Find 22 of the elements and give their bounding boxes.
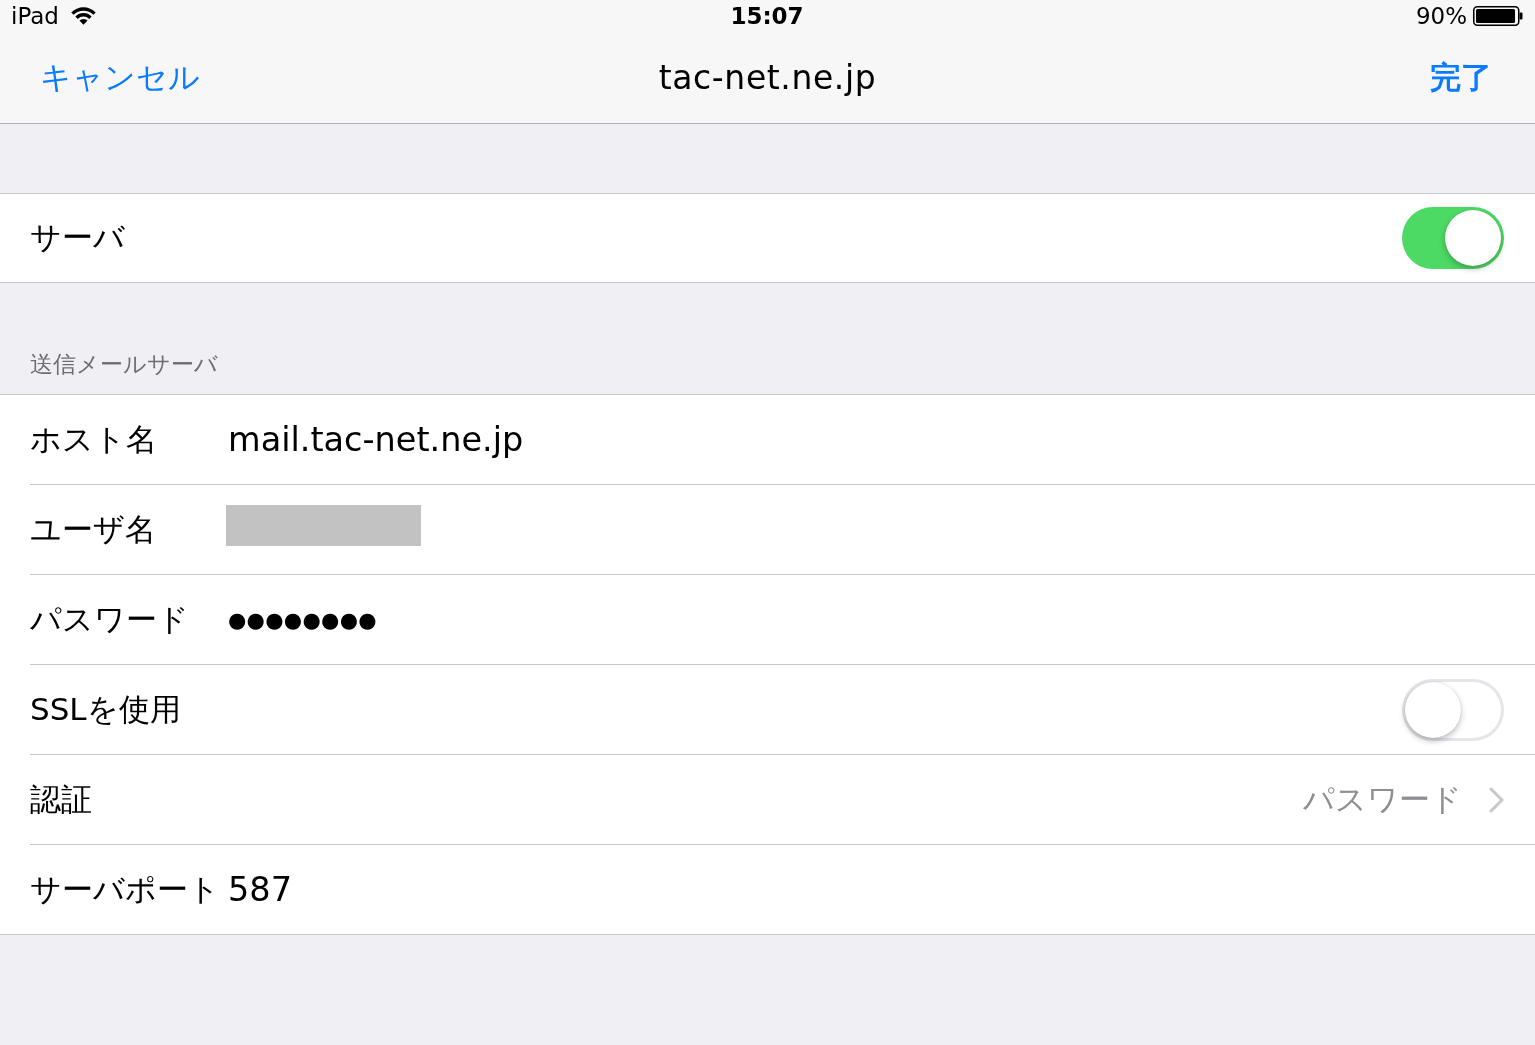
field-label: パスワード bbox=[30, 599, 190, 639]
device-name: iPad bbox=[11, 3, 59, 29]
field-label: ユーザ名 bbox=[30, 509, 157, 549]
cancel-button[interactable]: キャンセル bbox=[40, 56, 200, 99]
text-field[interactable]: 587 bbox=[228, 870, 292, 909]
status-time: 15:07 bbox=[730, 3, 804, 29]
battery-icon bbox=[1473, 6, 1523, 26]
field-label: SSLを使用 bbox=[30, 689, 182, 729]
field-label: サーバ bbox=[30, 218, 126, 257]
field-label: 認証 bbox=[30, 779, 93, 819]
toggle-switch[interactable] bbox=[1402, 207, 1504, 269]
field-label: ホスト名 bbox=[30, 419, 158, 459]
password-field[interactable]: ●●●●●●●● bbox=[228, 607, 377, 632]
nav-title: tac-net.ne.jp bbox=[658, 58, 877, 97]
toggle-switch[interactable] bbox=[1402, 678, 1504, 741]
text-field[interactable]: mail.tac-net.ne.jp bbox=[228, 420, 524, 459]
field-label: サーバポート bbox=[30, 869, 221, 909]
wifi-icon bbox=[70, 7, 96, 25]
chevron-icon bbox=[1489, 786, 1504, 813]
battery-percent: 90% bbox=[1415, 3, 1467, 29]
done-button[interactable]: 完了 bbox=[1430, 56, 1492, 99]
section-header: 送信メールサーバ bbox=[30, 352, 218, 376]
